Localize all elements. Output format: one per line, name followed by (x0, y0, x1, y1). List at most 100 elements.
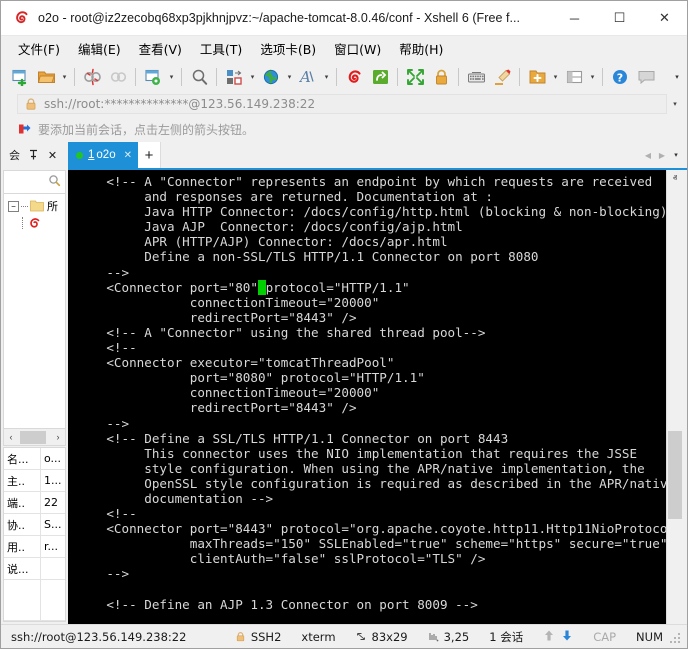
feedback-icon[interactable] (633, 64, 659, 89)
session-properties-caret-icon[interactable]: ▾ (166, 64, 177, 89)
tab-strip-right: ◀ ▶ ▾ (161, 142, 687, 168)
close-button[interactable]: ✕ (642, 1, 687, 35)
menu-window[interactable]: 窗口(W) (325, 36, 390, 61)
address-bar: ssh://root:**************@123.56.149.238… (1, 92, 687, 116)
tab-o2o[interactable]: 1 o2o ✕ (68, 142, 138, 168)
toolbar-separator (135, 68, 136, 86)
reconnect-icon[interactable] (105, 64, 131, 89)
layout-icon[interactable] (221, 64, 247, 89)
xshell-icon[interactable] (341, 64, 367, 89)
notice-bar: 要添加当前会话，点击左侧的箭头按钮。 (1, 116, 687, 142)
property-value-empty (41, 580, 65, 620)
menu-help[interactable]: 帮助(H) (390, 36, 452, 61)
menu-view[interactable]: 查看(V) (130, 36, 191, 61)
status-transfer (533, 629, 583, 645)
toolbar-separator (216, 68, 217, 86)
terminal-text: <!-- A "Connector" represents an endpoin… (76, 174, 666, 612)
session-tree[interactable]: − 所 (3, 194, 66, 429)
tree-connector (22, 217, 24, 229)
scroll-up-button[interactable]: ⱏ (667, 170, 683, 187)
menu-file[interactable]: 文件(F) (9, 36, 69, 61)
xshell-session-icon (27, 216, 41, 230)
address-text: ssh://root:**************@123.56.149.238… (44, 97, 315, 111)
resize-grip[interactable] (669, 630, 683, 644)
address-dropdown-caret-icon[interactable]: ▾ (667, 94, 683, 114)
lock-icon[interactable] (428, 64, 454, 89)
find-icon[interactable] (186, 64, 212, 89)
hscroll-thumb[interactable] (20, 431, 46, 444)
svg-text:A: A (299, 68, 311, 86)
font-icon[interactable]: A (295, 64, 321, 89)
table-row: 说... (4, 558, 65, 580)
layout-caret-icon[interactable]: ▾ (247, 64, 258, 89)
scroll-down-button[interactable]: ⱟ (667, 607, 683, 624)
add-to-folder-caret-icon[interactable]: ▾ (550, 64, 561, 89)
status-security: SSH2 (225, 630, 292, 644)
session-manager-toggle[interactable]: 会 (5, 144, 24, 166)
terminal-text-before-cursor: <!-- A "Connector" represents an endpoin… (76, 174, 666, 295)
open-session-caret-icon[interactable]: ▾ (59, 64, 70, 89)
tree-root-row[interactable]: − 所 (4, 194, 65, 214)
keyboard-icon[interactable] (463, 64, 489, 89)
pin-panel-button[interactable] (24, 144, 43, 166)
terminal-screen[interactable]: <!-- A "Connector" represents an endpoin… (68, 170, 666, 624)
hscroll-track[interactable] (18, 430, 51, 445)
address-input[interactable]: ssh://root:**************@123.56.149.238… (17, 94, 667, 114)
split-view-caret-icon[interactable]: ▾ (587, 64, 598, 89)
status-size: 83x29 (346, 630, 418, 644)
xftp-icon[interactable] (367, 64, 393, 89)
tree-root-label: 所 (47, 198, 58, 214)
toolbar: ▾ ▾ ▾ ▾ A ▾ ▾ ▾ ? ▾ (1, 61, 687, 92)
table-row: 端.. 22 (4, 492, 65, 514)
tab-list-menu-button[interactable]: ▾ (669, 142, 683, 168)
disconnect-icon[interactable] (79, 64, 105, 89)
add-to-folder-icon[interactable] (524, 64, 550, 89)
property-key: 协.. (4, 514, 41, 535)
minimize-button[interactable]: ─ (552, 1, 597, 35)
status-cursor: 3,25 (418, 630, 480, 644)
session-tree-hscrollbar[interactable]: ‹ › (3, 429, 66, 446)
cursor-position-icon (428, 631, 439, 642)
open-session-icon[interactable] (33, 64, 59, 89)
tree-connector (21, 205, 28, 207)
session-search-input[interactable] (3, 170, 66, 194)
globe-encoding-icon[interactable] (258, 64, 284, 89)
close-panel-button[interactable]: ✕ (43, 144, 62, 166)
fullscreen-icon[interactable] (402, 64, 428, 89)
help-icon[interactable]: ? (607, 64, 633, 89)
terminal-text-after-cursor: protocol="HTTP/1.1" connectionTimeout="2… (76, 280, 666, 612)
table-row: 用.. r... (4, 536, 65, 558)
toolbar-overflow-button[interactable]: ▾ (670, 61, 684, 92)
collapse-icon[interactable]: − (8, 201, 19, 212)
property-value: 1... (41, 470, 65, 491)
globe-encoding-caret-icon[interactable]: ▾ (284, 64, 295, 89)
menu-edit[interactable]: 编辑(E) (69, 36, 130, 61)
hscroll-left-button[interactable]: ‹ (4, 432, 18, 442)
highlight-icon[interactable] (489, 64, 515, 89)
menu-tools[interactable]: 工具(T) (191, 36, 251, 61)
toolbar-separator (458, 68, 459, 86)
property-value: S... (41, 514, 65, 535)
maximize-button[interactable]: ☐ (597, 1, 642, 35)
session-properties-icon[interactable] (140, 64, 166, 89)
resize-icon (356, 631, 367, 642)
property-key: 用.. (4, 536, 41, 557)
tab-close-icon[interactable]: ✕ (124, 150, 132, 161)
new-session-icon[interactable] (7, 64, 33, 89)
tab-next-button[interactable]: ▶ (655, 142, 669, 168)
tree-session-row[interactable] (4, 216, 65, 230)
vscroll-track[interactable] (667, 187, 683, 607)
download-arrow-icon (561, 629, 573, 645)
new-tab-button[interactable]: + (138, 142, 161, 168)
table-row: 协.. S... (4, 514, 65, 536)
tab-prev-button[interactable]: ◀ (641, 142, 655, 168)
vscroll-thumb[interactable] (668, 431, 682, 519)
tab-strip: 会 ✕ 1 o2o ✕ + ◀ ▶ ▾ (1, 142, 687, 168)
property-value: r... (41, 536, 65, 557)
terminal-vscrollbar[interactable]: ⱏ ⱟ (666, 170, 683, 624)
font-caret-icon[interactable]: ▾ (321, 64, 332, 89)
split-view-icon[interactable] (561, 64, 587, 89)
hscroll-right-button[interactable]: › (51, 432, 65, 442)
menu-tabs[interactable]: 选项卡(B) (251, 36, 325, 61)
property-key-empty (4, 580, 41, 620)
